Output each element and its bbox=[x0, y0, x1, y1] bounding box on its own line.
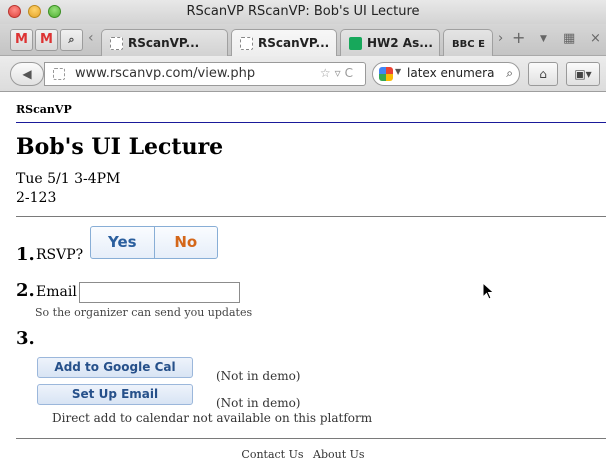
add-calendar-note: (Not in demo) bbox=[216, 369, 301, 383]
setup-email-note: (Not in demo) bbox=[216, 396, 301, 410]
rsvp-yes-button[interactable]: Yes bbox=[91, 227, 155, 258]
back-button[interactable]: ◀ bbox=[10, 62, 44, 86]
contact-us-link[interactable]: Contact Us bbox=[241, 448, 303, 461]
pinned-tab-app[interactable]: ⌕ bbox=[60, 29, 83, 51]
footer-divider bbox=[16, 438, 606, 439]
step-1-number: 1. bbox=[16, 244, 35, 265]
tab-label: HW2 As... bbox=[367, 36, 433, 50]
tab-strip: M M ⌕ ‹ RScanVP... RScanVP... HW2 As... … bbox=[0, 24, 606, 57]
new-tab-icon[interactable]: + bbox=[512, 28, 525, 47]
pinned-tab-gmail-2[interactable]: M bbox=[35, 29, 58, 51]
tab-bbc[interactable]: BBC E bbox=[443, 29, 493, 56]
add-to-google-cal-button[interactable]: Add to Google Cal bbox=[37, 357, 193, 378]
rsvp-toggle: Yes No bbox=[90, 226, 218, 259]
site-identity-icon[interactable] bbox=[53, 68, 65, 80]
page-content: RScanVP Bob's UI Lecture Tue 5/1 3-4PM 2… bbox=[0, 92, 606, 462]
mouse-pointer-icon bbox=[482, 282, 495, 300]
set-up-email-button[interactable]: Set Up Email bbox=[37, 384, 193, 405]
step-3-number: 3. bbox=[16, 328, 35, 349]
tab-groups-icon[interactable]: ▦ bbox=[563, 31, 575, 46]
url-text: www.rscanvp.com/view.php bbox=[75, 66, 256, 81]
tab-label: RScanVP... bbox=[128, 36, 200, 50]
close-tab-icon[interactable]: × bbox=[590, 31, 601, 46]
google-icon[interactable] bbox=[379, 67, 393, 81]
event-time: Tue 5/1 3-4PM bbox=[16, 171, 121, 187]
email-label: Email bbox=[36, 284, 77, 300]
home-button[interactable]: ⌂ bbox=[528, 62, 558, 86]
window-title: RScanVP RScanVP: Bob's UI Lecture bbox=[186, 4, 420, 19]
bookmarks-button[interactable]: ▣▾ bbox=[566, 62, 600, 86]
search-bar[interactable]: ▼ latex enumera ⌕ bbox=[372, 62, 520, 86]
search-icon[interactable]: ⌕ bbox=[506, 66, 513, 81]
tab-label: BBC E bbox=[452, 39, 485, 50]
tab-rscanvp-1[interactable]: RScanVP... bbox=[101, 29, 228, 56]
page-icon bbox=[240, 37, 253, 50]
tab-hw2[interactable]: HW2 As... bbox=[340, 29, 440, 56]
address-bar[interactable]: www.rscanvp.com/view.php ☆▿C bbox=[44, 62, 366, 86]
engine-dropdown-icon[interactable]: ▼ bbox=[395, 67, 401, 76]
tabs-scroll-left-icon[interactable]: ‹ bbox=[88, 30, 94, 46]
rsvp-label: RSVP? bbox=[36, 247, 84, 263]
search-query: latex enumera bbox=[407, 66, 495, 80]
site-brand[interactable]: RScanVP bbox=[16, 103, 72, 116]
email-hint: So the organizer can send you updates bbox=[35, 306, 253, 319]
page-icon bbox=[110, 37, 123, 50]
sheets-icon bbox=[349, 37, 362, 50]
nav-toolbar: ◀ www.rscanvp.com/view.php ☆▿C ▼ latex e… bbox=[0, 56, 606, 92]
tab-label: RScanVP... bbox=[258, 36, 330, 50]
platform-note: Direct add to calendar not available on … bbox=[52, 411, 373, 425]
title-bar: RScanVP RScanVP: Bob's UI Lecture bbox=[0, 0, 606, 24]
tab-rscanvp-active[interactable]: RScanVP... bbox=[231, 29, 337, 57]
step-2-number: 2. bbox=[16, 280, 35, 301]
section-divider bbox=[16, 216, 606, 217]
bookmark-star-icon[interactable]: ☆▿C bbox=[320, 66, 357, 80]
about-us-link[interactable]: About Us bbox=[313, 448, 365, 461]
list-tabs-icon[interactable]: ▼ bbox=[540, 34, 547, 44]
pinned-tab-gmail[interactable]: M bbox=[10, 29, 33, 51]
event-title: Bob's UI Lecture bbox=[16, 134, 224, 160]
brand-divider bbox=[16, 122, 606, 123]
rsvp-no-button[interactable]: No bbox=[155, 227, 218, 258]
event-room: 2-123 bbox=[16, 190, 57, 206]
footer: Contact Us About Us bbox=[0, 448, 606, 461]
email-field[interactable] bbox=[79, 282, 240, 303]
tabs-scroll-right-icon[interactable]: › bbox=[498, 31, 503, 46]
